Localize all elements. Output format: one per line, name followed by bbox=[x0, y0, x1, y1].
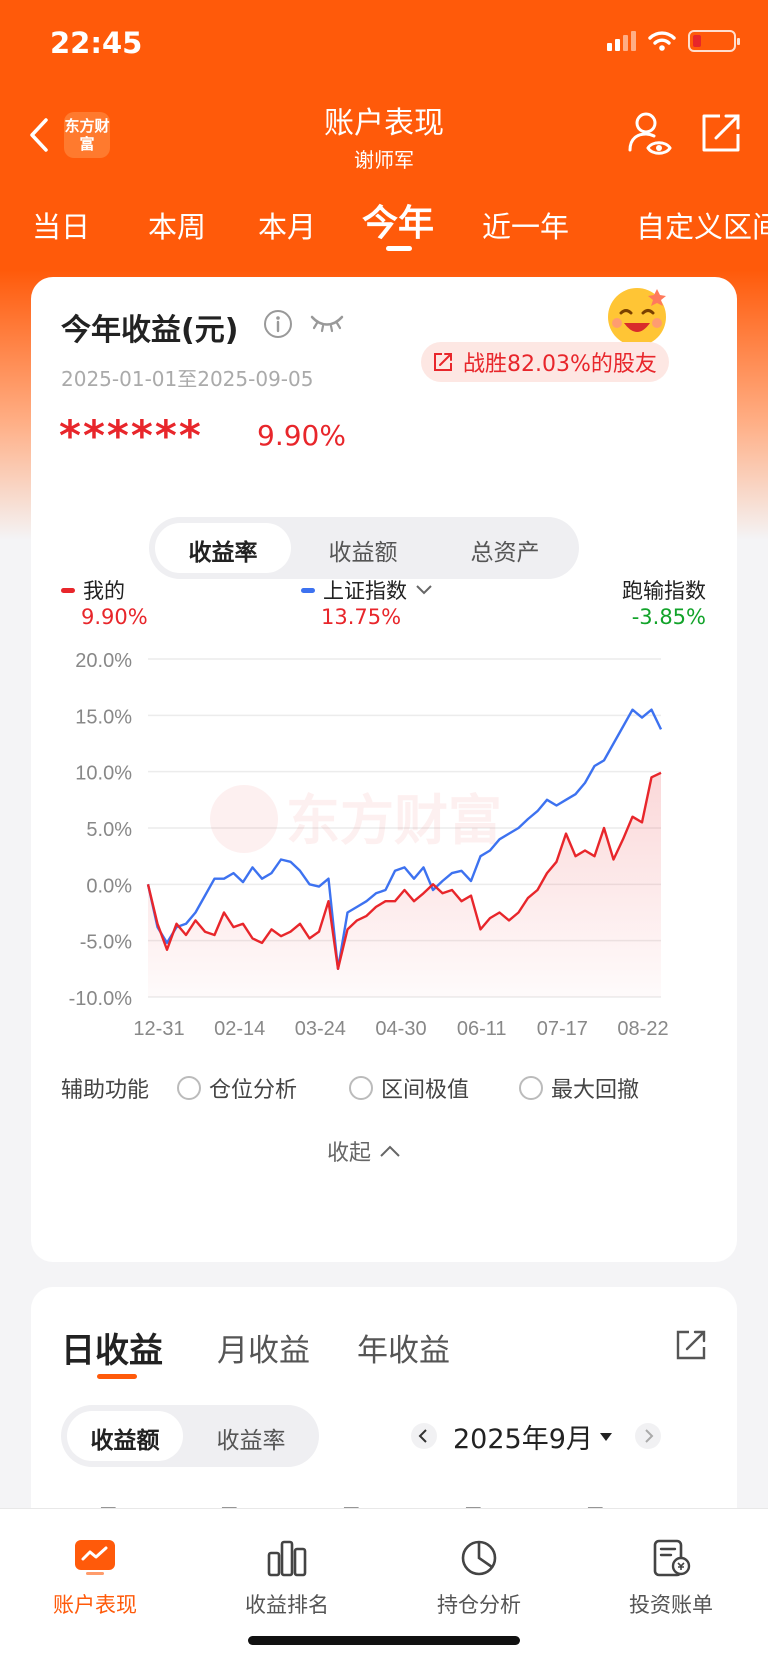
svg-text:东方财富: 东方财富 bbox=[286, 791, 502, 851]
tab-this-year[interactable]: 今年 bbox=[362, 194, 434, 246]
date-range: 2025-01-01至2025-09-05 bbox=[61, 367, 314, 391]
tab-monthly-income[interactable]: 月收益 bbox=[217, 1325, 310, 1370]
watermark-logo: 东方财富 bbox=[210, 785, 502, 853]
radio-max-drawdown[interactable] bbox=[519, 1076, 543, 1100]
y-tick-label: 5.0% bbox=[86, 819, 132, 841]
segment-yield-amount[interactable]: 收益额 bbox=[295, 533, 431, 567]
pie-chart-icon bbox=[461, 1540, 497, 1576]
nav-label-investment-bill: 投资账单 bbox=[629, 1593, 713, 1617]
share-icon[interactable] bbox=[698, 110, 744, 156]
summary-title: 今年收益(元) bbox=[61, 313, 239, 348]
tab-today[interactable]: 当日 bbox=[32, 204, 90, 246]
home-indicator bbox=[248, 1636, 520, 1645]
legend-mine-label: 我的 bbox=[83, 579, 125, 603]
status-icons bbox=[607, 30, 740, 52]
y-tick-label: 20.0% bbox=[75, 650, 132, 672]
user-eye-icon[interactable] bbox=[624, 108, 676, 160]
x-tick-label: 12-31 bbox=[133, 1018, 184, 1040]
hide-eye-icon[interactable] bbox=[309, 313, 345, 335]
y-tick-label: -5.0% bbox=[80, 932, 132, 954]
income-segment: 收益额 收益率 bbox=[61, 1405, 319, 1467]
segment-yield-rate[interactable]: 收益率 bbox=[155, 533, 291, 567]
radio-position-analysis[interactable] bbox=[177, 1076, 201, 1100]
collapse-label: 收起 bbox=[327, 1141, 372, 1166]
x-tick-label: 07-17 bbox=[537, 1018, 588, 1040]
battery-icon bbox=[688, 30, 740, 52]
nav-income-ranking[interactable]: 收益排名 bbox=[212, 1539, 362, 1619]
legend-mine-value: 9.90% bbox=[81, 605, 148, 629]
tab-this-month[interactable]: 本月 bbox=[258, 204, 316, 246]
emoji-icon bbox=[608, 288, 666, 346]
aux-label: 辅助功能 bbox=[61, 1078, 150, 1103]
chevron-left-icon bbox=[418, 1429, 427, 1443]
yield-line-chart[interactable]: 20.0%15.0%10.0%5.0%0.0%-5.0%-10.0% 东方财富 … bbox=[31, 637, 737, 1057]
nav-label-account-performance: 账户表现 bbox=[53, 1593, 137, 1617]
nav-account-performance[interactable]: 账户表现 bbox=[20, 1539, 170, 1619]
tab-daily-income[interactable]: 日收益 bbox=[61, 1323, 163, 1372]
legend-index-swatch bbox=[301, 587, 315, 593]
option-max-drawdown[interactable]: 最大回撤 bbox=[551, 1072, 639, 1104]
legend-mine: 我的 bbox=[61, 575, 125, 605]
tab-custom-range[interactable]: 自定义区间 bbox=[636, 204, 768, 246]
next-month-button[interactable] bbox=[635, 1423, 661, 1449]
segment-total-assets[interactable]: 总资产 bbox=[437, 533, 573, 567]
y-tick-label: 15.0% bbox=[75, 706, 132, 728]
x-tick-label: 03-24 bbox=[295, 1018, 346, 1040]
summary-card: 今年收益(元) 2025-01-01至2025-09-05 战胜82.03%的股… bbox=[31, 277, 737, 1262]
chevron-right-icon bbox=[645, 1429, 654, 1443]
x-tick-label: 08-22 bbox=[617, 1018, 668, 1040]
segment-income-rate[interactable]: 收益率 bbox=[189, 1421, 313, 1455]
x-tick-label: 02-14 bbox=[214, 1018, 265, 1040]
chevron-up-icon bbox=[380, 1145, 400, 1157]
x-tick-label: 06-11 bbox=[457, 1018, 507, 1040]
bill-icon bbox=[653, 1539, 691, 1577]
info-icon[interactable] bbox=[263, 309, 293, 339]
legend-diff-value: -3.85% bbox=[631, 605, 706, 629]
tab-this-week[interactable]: 本周 bbox=[148, 204, 206, 246]
segment-income-amount[interactable]: 收益额 bbox=[67, 1421, 183, 1455]
nav-holdings-analysis[interactable]: 持仓分析 bbox=[404, 1539, 554, 1619]
option-range-extreme[interactable]: 区间极值 bbox=[381, 1072, 469, 1104]
masked-amount: ****** bbox=[59, 411, 203, 460]
legend-index-value: 13.75% bbox=[321, 605, 402, 629]
legend-diff-label: 跑输指数 bbox=[622, 579, 706, 603]
period-tabs: 当日 本周 本月 今年 近一年 自定义区间 bbox=[0, 192, 768, 252]
collapse-button[interactable]: 收起 bbox=[327, 1135, 401, 1167]
signal-icon bbox=[607, 31, 636, 51]
nav-label-holdings-analysis: 持仓分析 bbox=[437, 1593, 521, 1617]
radio-range-extreme[interactable] bbox=[349, 1076, 373, 1100]
tab-last-year[interactable]: 近一年 bbox=[482, 204, 569, 246]
legend-mine-swatch bbox=[61, 587, 75, 593]
caret-down-icon bbox=[599, 1432, 612, 1441]
y-tick-label: 0.0% bbox=[86, 875, 132, 897]
month-selector[interactable]: 2025年9月 bbox=[453, 1417, 613, 1456]
status-time: 22:45 bbox=[50, 26, 143, 60]
month-label: 2025年9月 bbox=[453, 1424, 593, 1455]
account-performance-icon bbox=[75, 1540, 115, 1575]
legend-index-label: 上证指数 bbox=[323, 579, 407, 603]
metric-segment: 收益率 收益额 总资产 bbox=[149, 517, 579, 579]
nav-label-income-ranking: 收益排名 bbox=[245, 1593, 329, 1617]
x-tick-label: 04-30 bbox=[375, 1018, 426, 1040]
beat-peers-badge[interactable]: 战胜82.03%的股友 bbox=[421, 342, 669, 382]
nav-investment-bill[interactable]: 投资账单 bbox=[596, 1539, 746, 1619]
option-position-analysis[interactable]: 仓位分析 bbox=[209, 1072, 297, 1104]
badge-text: 战胜82.03%的股友 bbox=[463, 352, 657, 377]
y-tick-label: 10.0% bbox=[75, 763, 132, 785]
income-tab-indicator bbox=[97, 1374, 137, 1379]
bar-chart-icon bbox=[267, 1540, 307, 1577]
y-tick-label: -10.0% bbox=[69, 988, 133, 1010]
chevron-down-icon bbox=[416, 585, 432, 595]
share-arrow-icon bbox=[434, 353, 452, 371]
legend-index[interactable]: 上证指数 bbox=[301, 575, 433, 605]
active-tab-indicator bbox=[386, 246, 412, 251]
prev-month-button[interactable] bbox=[411, 1423, 437, 1449]
tab-yearly-income[interactable]: 年收益 bbox=[357, 1325, 450, 1370]
share-icon[interactable] bbox=[673, 1327, 709, 1363]
yield-rate: 9.90% bbox=[257, 419, 346, 452]
wifi-icon bbox=[648, 31, 676, 51]
